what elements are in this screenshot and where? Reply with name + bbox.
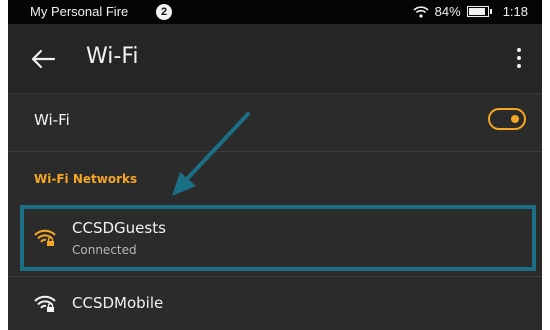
battery-percent: 84% <box>434 4 461 19</box>
network-ssid: CCSDGuests <box>72 219 166 237</box>
wifi-toggle-label: Wi-Fi <box>34 111 70 129</box>
device-name: My Personal Fire <box>30 4 129 19</box>
network-item-ccsdmobile[interactable]: CCSDMobile <box>8 276 542 330</box>
wifi-toggle-switch[interactable] <box>488 108 526 130</box>
battery-icon <box>466 6 492 17</box>
network-ssid: CCSDMobile <box>72 294 164 312</box>
network-status: Connected <box>72 243 137 257</box>
wifi-lock-icon <box>34 295 56 312</box>
wifi-lock-icon <box>34 229 56 246</box>
status-indicators: 84% 1:18 <box>413 4 528 19</box>
clock: 1:18 <box>502 4 528 19</box>
section-header-networks: Wi-Fi Networks <box>34 172 138 186</box>
app-bar: Wi-Fi <box>8 24 542 94</box>
network-item-ccsdguests[interactable]: CCSDGuests Connected <box>8 205 542 271</box>
notification-badge: 2 <box>156 4 172 20</box>
arrow-left-icon[interactable] <box>30 46 56 72</box>
toggle-knob <box>511 115 519 123</box>
page-title: Wi-Fi <box>86 44 139 69</box>
device-screen: My Personal Fire 2 84% 1:18 Wi-Fi Wi-Fi … <box>8 0 542 330</box>
wifi-toggle-row[interactable]: Wi-Fi <box>8 94 542 152</box>
more-vertical-icon[interactable] <box>514 44 524 72</box>
status-bar: My Personal Fire 2 84% 1:18 <box>8 0 542 24</box>
wifi-status-icon <box>413 5 429 18</box>
